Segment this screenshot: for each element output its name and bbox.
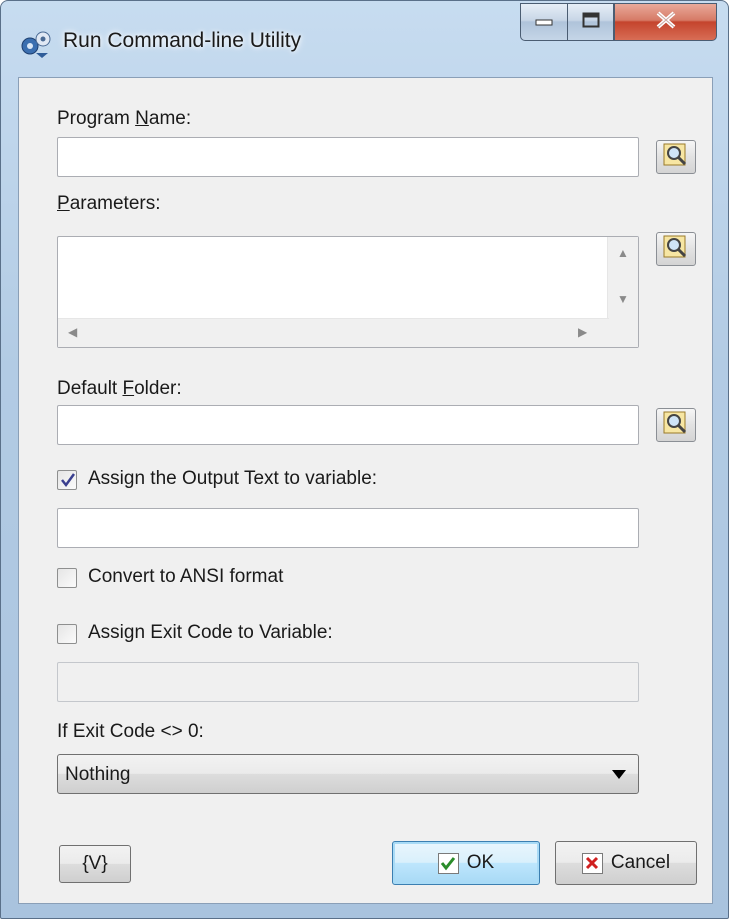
default-folder-browse-button[interactable] [656,408,696,442]
window-controls [520,3,717,43]
if-exit-code-select[interactable]: Nothing [57,754,639,794]
close-icon [655,10,677,34]
assign-exit-code-checkbox[interactable] [57,624,77,644]
assign-exit-code-label: Assign Exit Code to Variable: [88,622,333,643]
scroll-up-icon[interactable]: ▲ [617,247,629,259]
close-button[interactable] [614,3,717,41]
variables-button[interactable]: {V} [59,845,131,883]
program-name-input[interactable] [57,137,639,177]
cancel-button[interactable]: Cancel [555,841,697,885]
chevron-down-icon [612,770,626,779]
title-bar[interactable]: Run Command-line Utility [1,1,728,77]
parameters-textarea[interactable]: ▲ ▼ ◀ ▶ [57,236,639,348]
default-folder-input[interactable] [57,405,639,445]
if-exit-code-label: If Exit Code <> 0: [57,721,204,742]
ok-check-icon [437,852,459,874]
parameters-label: Parameters: [57,193,161,214]
cancel-x-icon [581,852,603,874]
variables-button-label: {V} [82,853,108,874]
convert-ansi-label: Convert to ANSI format [88,566,284,587]
ok-button[interactable]: OK [392,841,540,885]
program-name-label: Program Name: [57,108,192,129]
scroll-right-icon[interactable]: ▶ [578,326,587,338]
dialog-body: Program Name: Parameters: ▲ ▼ ◀ ▶ Defaul… [18,77,713,904]
default-folder-label: Default Folder: [57,378,182,399]
program-name-browse-button[interactable] [656,140,696,174]
assign-output-label: Assign the Output Text to variable: [88,468,378,489]
parameters-vertical-scrollbar[interactable]: ▲ ▼ [607,237,638,319]
parameters-horizontal-scrollbar[interactable]: ◀ ▶ [58,318,609,347]
browse-magnifier-icon [663,235,689,264]
cancel-button-label: Cancel [610,852,671,873]
checkmark-icon [61,473,76,488]
window-title: Run Command-line Utility [63,29,302,52]
scroll-down-icon[interactable]: ▼ [617,293,629,305]
scrollbar-corner [608,319,638,347]
dialog-window: Run Command-line Utility Program Name: P… [0,0,729,919]
maximize-icon [582,12,600,33]
minimize-icon [535,13,553,31]
maximize-button[interactable] [567,3,614,41]
exit-code-variable-input[interactable] [57,662,639,702]
ok-button-label: OK [466,852,495,873]
scroll-left-icon[interactable]: ◀ [68,326,77,338]
browse-magnifier-icon [663,411,689,440]
if-exit-code-selected-value: Nothing [65,764,131,785]
minimize-button[interactable] [520,3,567,41]
assign-output-checkbox[interactable] [57,470,77,490]
app-icon [19,29,53,59]
output-variable-input[interactable] [57,508,639,548]
browse-magnifier-icon [663,143,689,172]
parameters-browse-button[interactable] [656,232,696,266]
convert-ansi-checkbox[interactable] [57,568,77,588]
